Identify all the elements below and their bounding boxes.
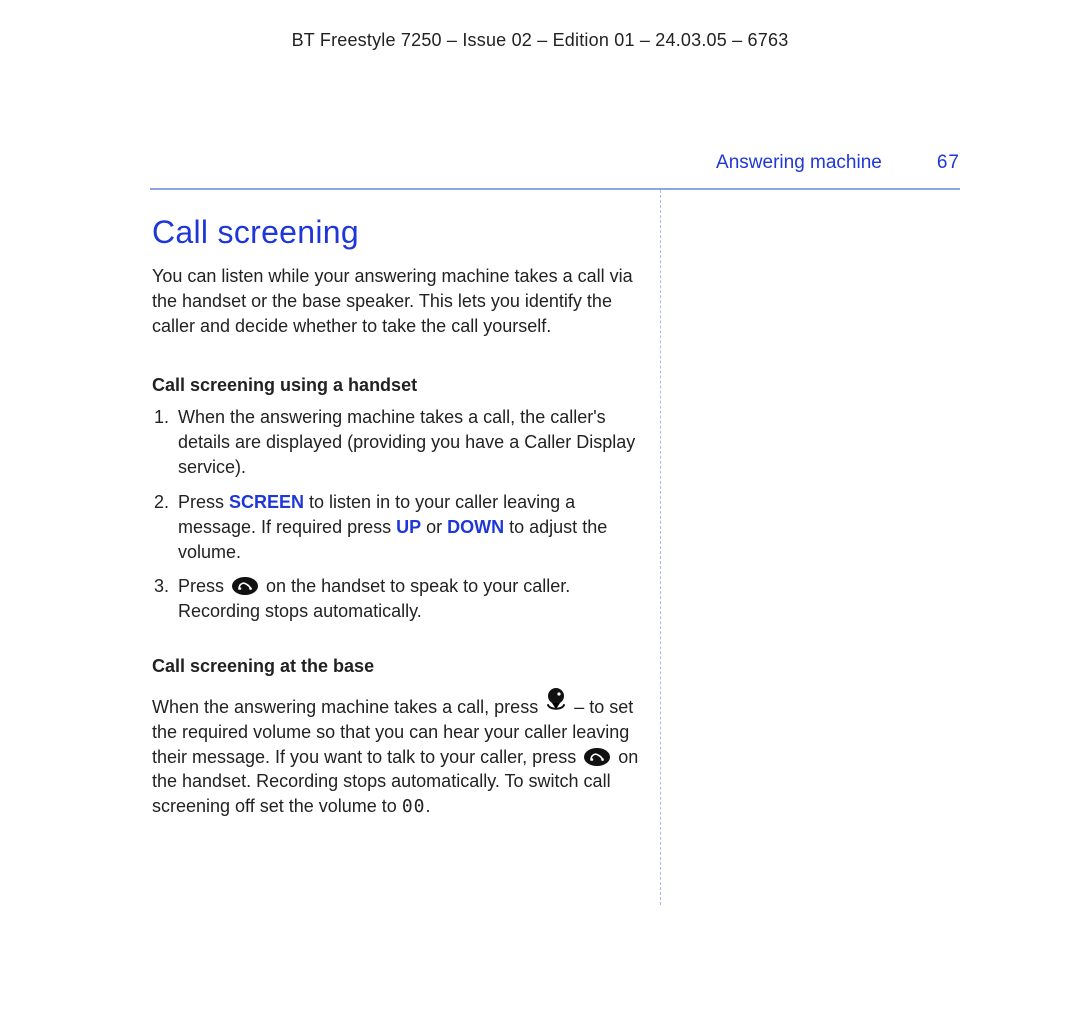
header-rule xyxy=(150,188,960,190)
column-divider xyxy=(660,190,661,905)
base-paragraph: When the answering machine takes a call,… xyxy=(152,687,642,820)
section-name: Answering machine xyxy=(716,152,882,174)
talk-button-icon xyxy=(231,576,259,596)
running-head: Answering machine 67 xyxy=(150,152,960,174)
subheading-base: Call screening at the base xyxy=(152,654,642,679)
main-content: Call screening You can listen while your… xyxy=(152,210,642,820)
volume-zero-value: 00 xyxy=(402,796,426,817)
base-text-a: When the answering machine takes a call,… xyxy=(152,697,543,717)
step-1: When the answering machine takes a call,… xyxy=(174,405,642,479)
document-page: BT Freestyle 7250 – Issue 02 – Edition 0… xyxy=(0,0,1080,1025)
base-text-d: . xyxy=(426,796,431,816)
page-title: Call screening xyxy=(152,210,642,254)
subheading-handset: Call screening using a handset xyxy=(152,373,642,398)
volume-button-icon xyxy=(545,687,567,717)
step-2-text-c: or xyxy=(421,517,447,537)
step-2: Press SCREEN to listen in to your caller… xyxy=(174,490,642,564)
intro-paragraph: You can listen while your answering mach… xyxy=(152,264,642,338)
step-3-text-a: Press xyxy=(178,576,229,596)
step-3: Press on the handset to speak to your ca… xyxy=(174,574,642,624)
document-id-header: BT Freestyle 7250 – Issue 02 – Edition 0… xyxy=(0,30,1080,51)
handset-steps: When the answering machine takes a call,… xyxy=(152,405,642,624)
talk-button-icon-2 xyxy=(583,747,611,767)
step-2-text-a: Press xyxy=(178,492,229,512)
page-number: 67 xyxy=(937,152,960,174)
screen-keyword: SCREEN xyxy=(229,492,304,512)
up-keyword: UP xyxy=(396,517,421,537)
down-keyword: DOWN xyxy=(447,517,504,537)
